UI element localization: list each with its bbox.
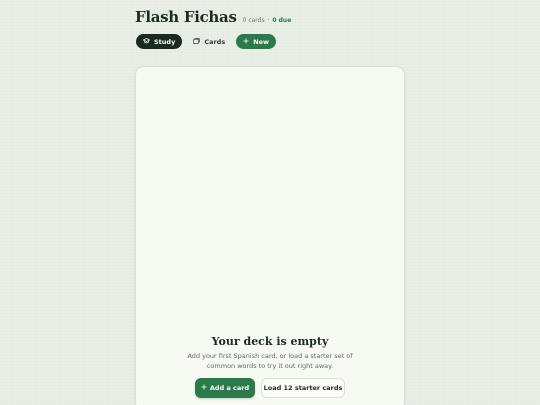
meta-separator: ·	[267, 17, 270, 24]
cards-icon	[193, 37, 200, 46]
load-starter-cards-button[interactable]: Load 12 starter cards	[261, 378, 345, 398]
graduation-cap-icon	[142, 37, 151, 46]
due-count: 0 due	[272, 17, 292, 24]
empty-state: Your deck is empty Add your first Spanis…	[136, 335, 404, 371]
new-card-button[interactable]: New	[236, 34, 277, 49]
add-card-label: Add a card	[209, 384, 250, 392]
study-card-panel: Your deck is empty Add your first Spanis…	[135, 66, 405, 405]
app-root: Flash Fichas 0 cards · 0 due Study Cards…	[0, 0, 540, 405]
plus-icon	[243, 38, 249, 46]
card-count: 0 cards	[242, 17, 265, 24]
add-card-button[interactable]: Add a card	[195, 378, 255, 398]
app-title: Flash Fichas	[135, 8, 237, 26]
new-card-label: New	[253, 37, 270, 46]
header: Flash Fichas 0 cards · 0 due	[135, 8, 291, 26]
plus-icon	[201, 384, 207, 392]
empty-state-title: Your deck is empty	[211, 335, 329, 348]
empty-state-actions: Add a card Load 12 starter cards	[195, 378, 345, 398]
tab-study[interactable]: Study	[136, 34, 183, 49]
deck-meta: 0 cards · 0 due	[243, 17, 292, 24]
nav-tabs: Study Cards New	[136, 34, 277, 49]
load-starter-cards-label: Load 12 starter cards	[263, 384, 343, 392]
tab-cards[interactable]: Cards	[186, 34, 232, 49]
empty-state-description: Add your first Spanish card, or load a s…	[187, 352, 353, 370]
tab-study-label: Study	[154, 37, 176, 46]
tab-cards-label: Cards	[204, 37, 226, 46]
